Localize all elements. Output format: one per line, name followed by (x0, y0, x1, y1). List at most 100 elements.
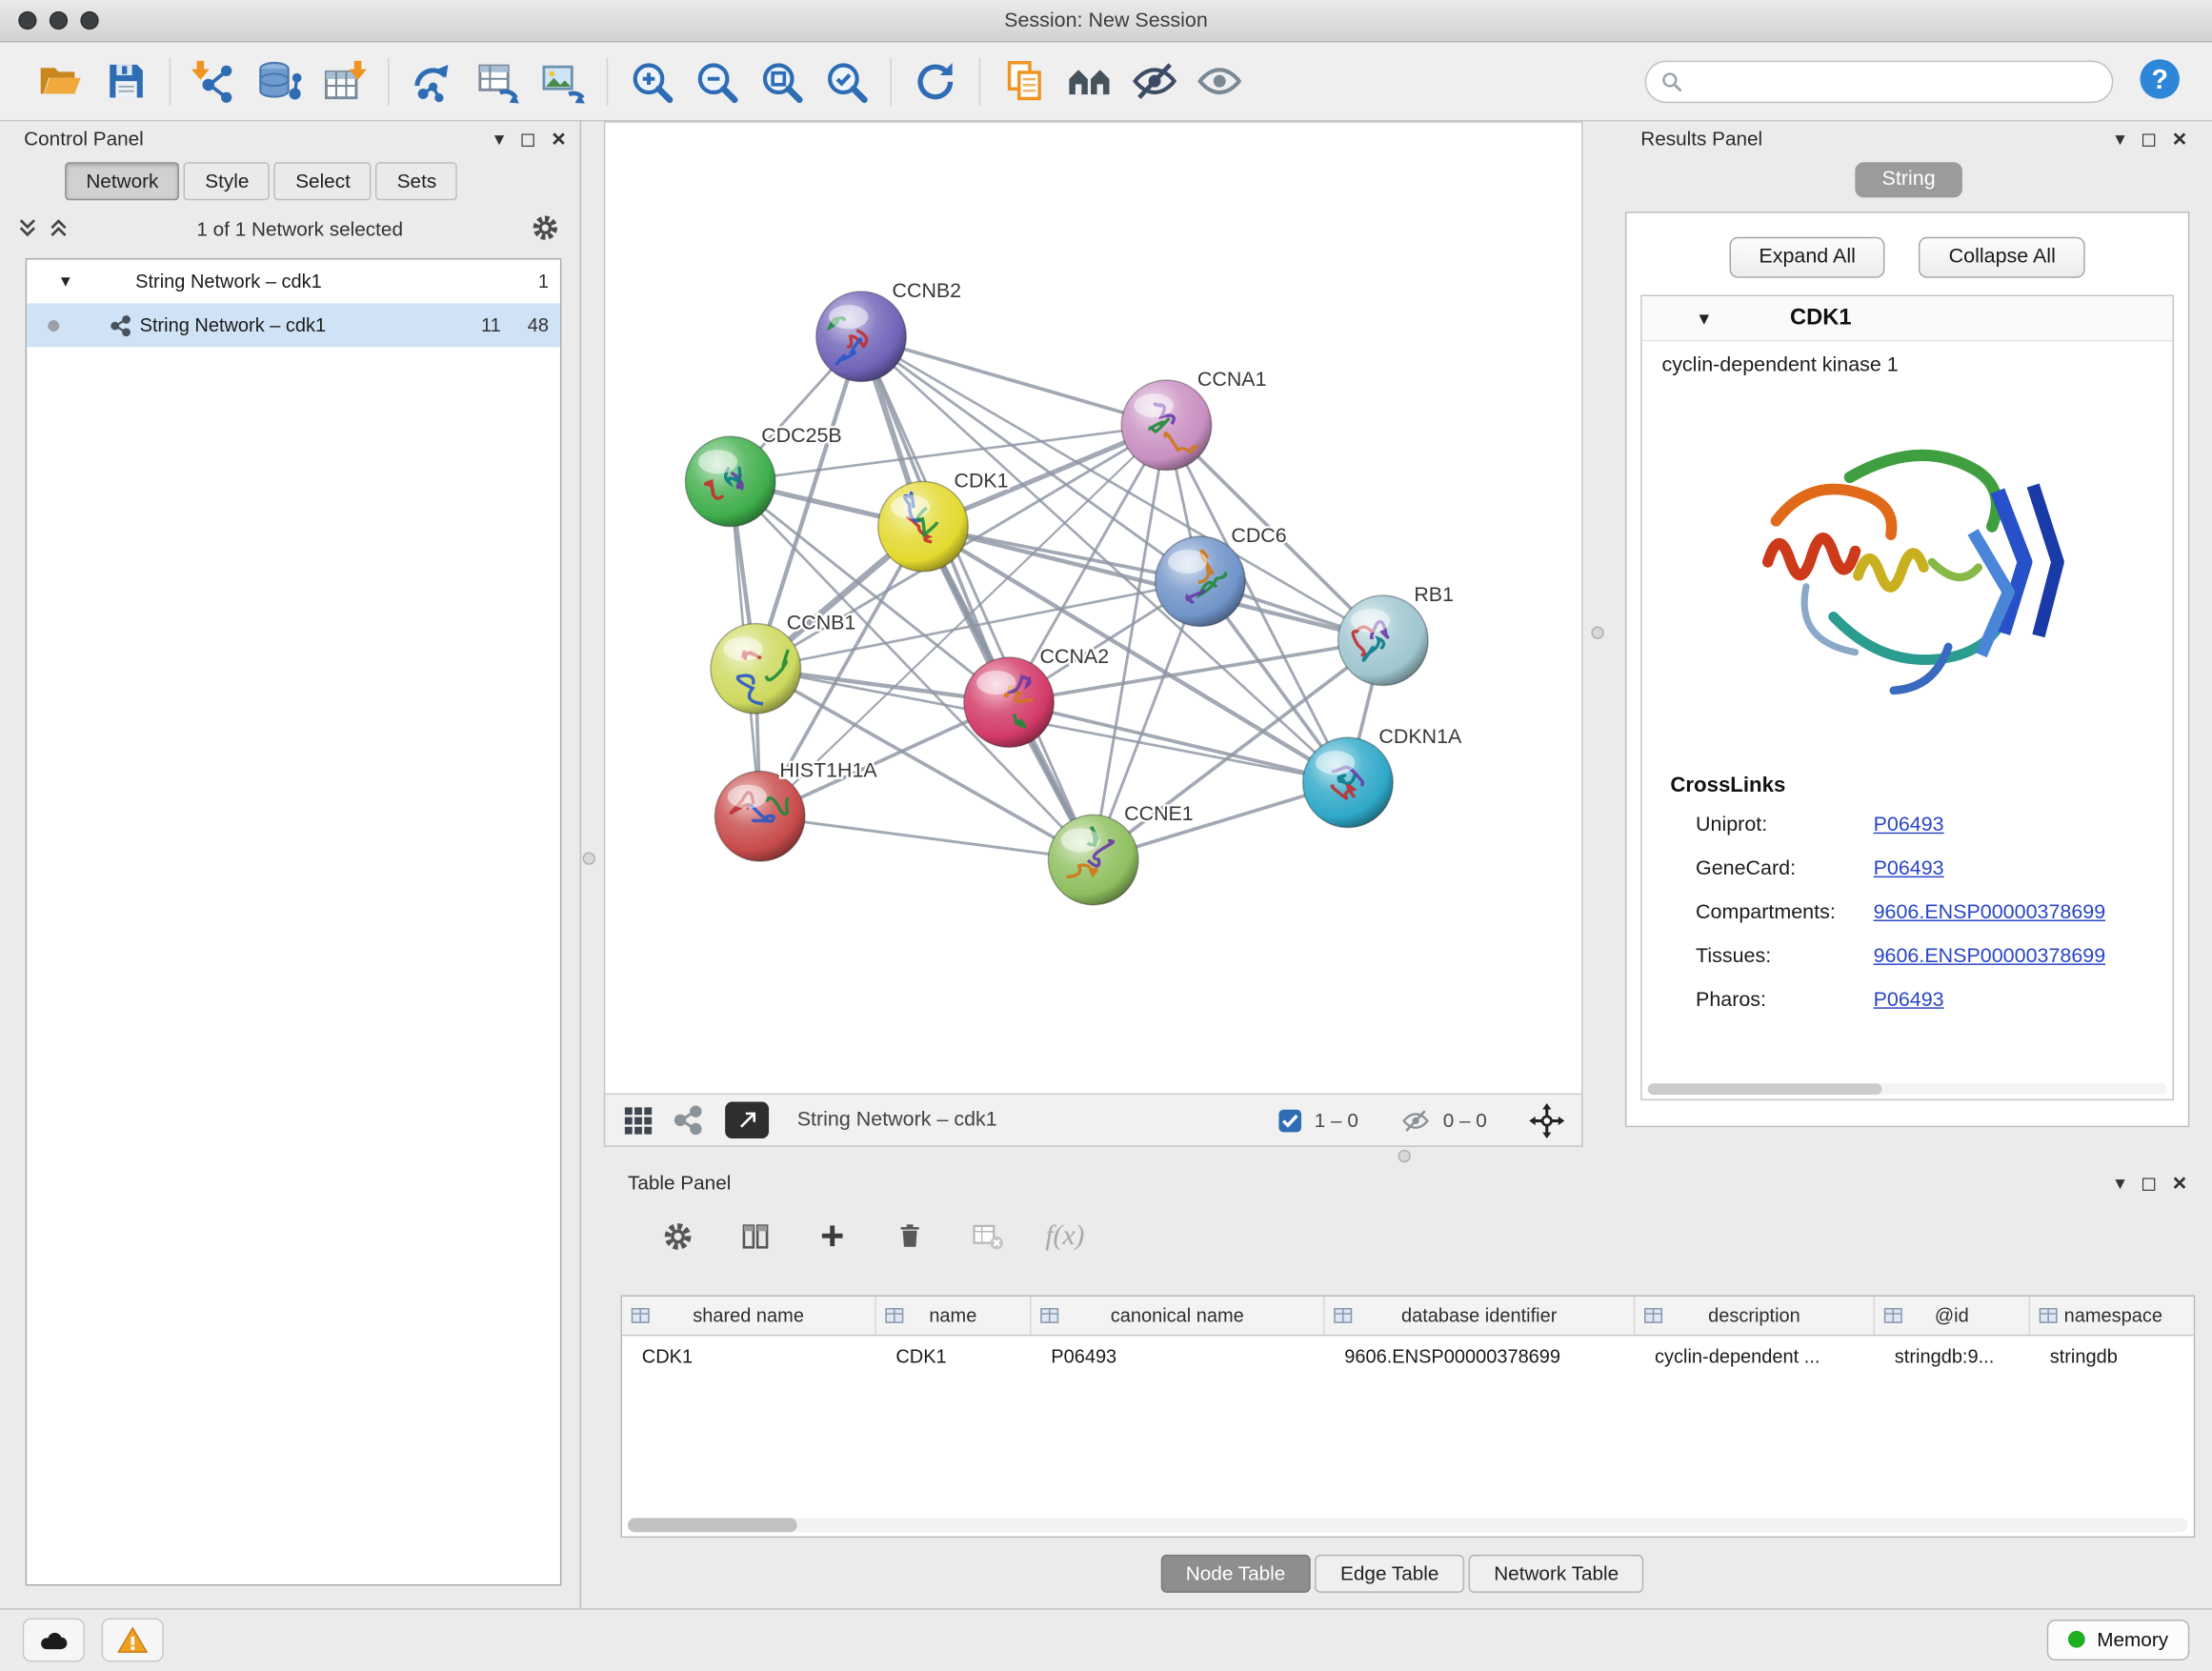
help-button[interactable]: ? (2133, 54, 2186, 108)
cloud-status-button[interactable] (23, 1619, 85, 1662)
delete-column-button[interactable] (890, 1217, 929, 1256)
network-style-button[interactable] (672, 1105, 703, 1137)
zoom-button[interactable] (80, 11, 98, 30)
network-edge[interactable] (861, 336, 1094, 859)
tab-node-table[interactable]: Node Table (1160, 1555, 1311, 1593)
memory-button[interactable]: Memory (2047, 1620, 2189, 1661)
panel-collapse-icon[interactable]: ▾ (2115, 129, 2124, 149)
search-box[interactable] (1645, 60, 2114, 102)
function-builder-button[interactable]: f(x) (1045, 1217, 1084, 1256)
network-edge[interactable] (861, 336, 1166, 425)
crosslink-link-compartments[interactable]: 9606.ENSP00000378699 (1874, 901, 2106, 924)
collapse-caret-icon[interactable]: ▼ (1696, 309, 1713, 329)
crosslink-link-uniprot[interactable]: P06493 (1874, 814, 1944, 836)
network-node-HIST1H1A[interactable]: HIST1H1A (714, 758, 877, 861)
zoom-out-button[interactable] (684, 49, 749, 113)
tree-expand-caret-icon[interactable]: ▼ (58, 273, 78, 291)
gear-icon[interactable] (531, 213, 560, 243)
network-node-CCNB2[interactable]: CCNB2 (816, 279, 961, 382)
column-header-canonical-name[interactable]: canonical name (1032, 1297, 1325, 1335)
warnings-button[interactable] (102, 1619, 164, 1662)
protein-card-header[interactable]: ▼ CDK1 (1642, 296, 2173, 341)
search-input[interactable] (1693, 70, 2098, 92)
column-header-id[interactable]: @id (1875, 1297, 2030, 1335)
crosslink-link-pharos[interactable]: P06493 (1874, 988, 1944, 1011)
column-header-namespace[interactable]: namespace (2030, 1297, 2195, 1335)
network-collection-row[interactable]: ▼ String Network – cdk1 1 (27, 259, 560, 303)
network-node-CDK1[interactable]: CDK1 (878, 469, 1009, 572)
cell-id[interactable]: stringdb:9... (1875, 1336, 2030, 1375)
save-session-button[interactable] (93, 49, 158, 113)
zoom-fit-button[interactable] (749, 49, 814, 113)
open-in-window-button[interactable] (725, 1102, 769, 1139)
selected-checkbox-icon[interactable] (1277, 1108, 1301, 1132)
column-header-description[interactable]: description (1635, 1297, 1875, 1335)
export-table-button[interactable] (466, 49, 531, 113)
right-splitter-handle[interactable] (1591, 627, 1603, 639)
crosslink-link-tissues[interactable]: 9606.ENSP00000378699 (1874, 944, 2106, 967)
zoom-in-button[interactable] (619, 49, 684, 113)
tab-style[interactable]: Style (184, 162, 271, 200)
network-edge[interactable] (760, 816, 1094, 860)
show-all-button[interactable] (1186, 49, 1251, 113)
network-node-CCNB1[interactable]: CCNB1 (711, 611, 855, 714)
tab-sets[interactable]: Sets (376, 162, 458, 200)
table-row[interactable]: CDK1 CDK1 P06493 9606.ENSP00000378699 cy… (622, 1336, 2194, 1375)
expand-all-button[interactable]: Expand All (1729, 237, 1885, 278)
import-network-file-button[interactable] (182, 49, 247, 113)
delete-table-button[interactable] (968, 1217, 1007, 1256)
tab-network[interactable]: Network (65, 162, 179, 200)
column-header-database-identifier[interactable]: database identifier (1325, 1297, 1636, 1335)
network-row-selected[interactable]: String Network – cdk1 11 48 (27, 303, 560, 347)
collapse-all-networks-icon[interactable] (17, 217, 38, 238)
table-settings-button[interactable] (657, 1217, 696, 1256)
show-columns-button[interactable] (735, 1217, 774, 1256)
tab-edge-table[interactable]: Edge Table (1315, 1555, 1464, 1593)
panel-float-icon[interactable]: ◻ (2141, 129, 2157, 149)
import-network-database-button[interactable] (247, 49, 312, 113)
cell-name[interactable]: CDK1 (876, 1336, 1032, 1375)
table-horizontal-scrollbar[interactable] (628, 1518, 2188, 1532)
tab-network-table[interactable]: Network Table (1469, 1555, 1644, 1593)
panel-close-icon[interactable]: × (2173, 127, 2187, 151)
refresh-view-button[interactable] (903, 49, 968, 113)
panel-float-icon[interactable]: ◻ (2141, 1173, 2157, 1193)
panel-collapse-icon[interactable]: ▾ (494, 129, 504, 149)
import-table-button[interactable] (312, 49, 376, 113)
crosslink-link-genecard[interactable]: P06493 (1874, 857, 1944, 880)
tab-string[interactable]: String (1855, 162, 1961, 197)
network-canvas[interactable]: CCNB2CCNA1CDC25BCDK1CDC6RB1CCNB1CCNA2CDK… (605, 123, 1581, 1094)
export-network-button[interactable] (401, 49, 466, 113)
pan-crosshair-icon[interactable] (1529, 1102, 1564, 1137)
tab-select[interactable]: Select (274, 162, 372, 200)
zoom-selected-button[interactable] (814, 49, 878, 113)
column-header-name[interactable]: name (876, 1297, 1032, 1335)
cell-canonical-name[interactable]: P06493 (1032, 1336, 1325, 1375)
panel-float-icon[interactable]: ◻ (520, 129, 536, 149)
scrollbar-thumb[interactable] (628, 1518, 797, 1532)
home-button[interactable] (1056, 49, 1121, 113)
cell-database-identifier[interactable]: 9606.ENSP00000378699 (1325, 1336, 1636, 1375)
column-header-shared-name[interactable]: shared name (622, 1297, 876, 1335)
left-splitter-handle[interactable] (583, 852, 595, 864)
collapse-all-button[interactable]: Collapse All (1920, 237, 2085, 278)
export-image-button[interactable] (531, 49, 595, 113)
open-session-button[interactable] (29, 49, 93, 113)
bottom-splitter-handle[interactable] (1398, 1150, 1411, 1162)
scrollbar-thumb[interactable] (1648, 1083, 1881, 1095)
network-view[interactable]: CCNB2CCNA1CDC25BCDK1CDC6RB1CCNB1CCNA2CDK… (604, 121, 1583, 1095)
cell-description[interactable]: cyclin-dependent ... (1635, 1336, 1875, 1375)
hide-selected-button[interactable] (1121, 49, 1186, 113)
create-column-button[interactable] (813, 1217, 852, 1256)
cell-shared-name[interactable]: CDK1 (622, 1336, 876, 1375)
grid-view-button[interactable] (622, 1104, 654, 1137)
panel-collapse-icon[interactable]: ▾ (2115, 1173, 2124, 1193)
annotations-button[interactable] (992, 49, 1056, 113)
network-node-CCNA1[interactable]: CCNA1 (1121, 368, 1266, 471)
expand-all-networks-icon[interactable] (48, 217, 69, 238)
panel-close-icon[interactable]: × (2173, 1170, 2187, 1194)
close-button[interactable] (18, 11, 36, 30)
network-node-RB1[interactable]: RB1 (1338, 583, 1454, 686)
cell-namespace[interactable]: stringdb (2030, 1336, 2195, 1375)
results-horizontal-scrollbar[interactable] (1648, 1083, 2167, 1095)
